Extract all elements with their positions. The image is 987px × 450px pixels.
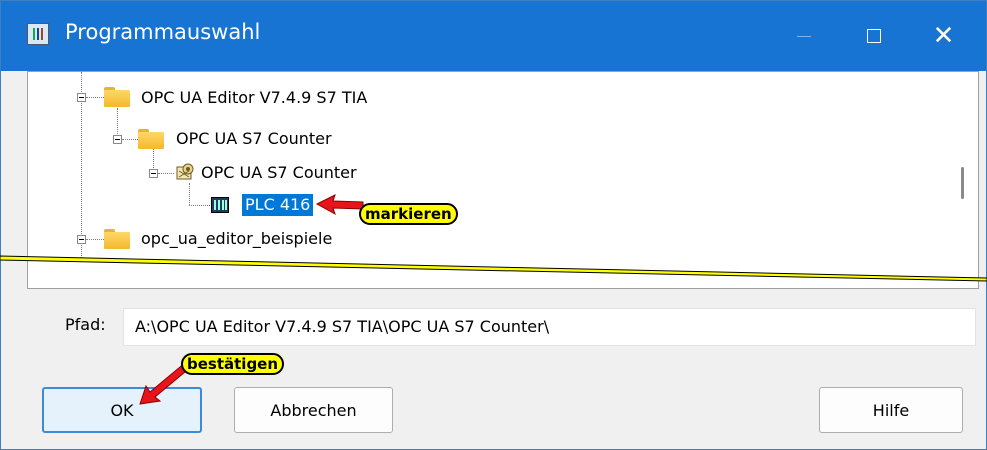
window-title: Programmauswahl	[65, 20, 261, 44]
tree-node-label[interactable]: OPC UA Editor V7.4.9 S7 TIA	[141, 87, 367, 109]
folder-icon	[138, 129, 164, 149]
tree-node-label[interactable]: OPC UA S7 Counter	[176, 128, 332, 150]
help-button[interactable]: Hilfe	[819, 387, 963, 433]
tree-connector	[122, 139, 138, 140]
maximize-button[interactable]	[836, 1, 911, 71]
maximize-icon	[866, 29, 881, 43]
tree-connector	[189, 183, 190, 205]
path-label: Pfad:	[65, 315, 106, 334]
plc-icon	[211, 197, 229, 213]
collapse-toggle[interactable]	[77, 93, 86, 102]
project-icon	[176, 163, 194, 180]
app-icon	[27, 23, 49, 45]
confirm-hint-callout: bestätigen	[181, 353, 285, 375]
close-icon: ✕	[932, 21, 955, 51]
close-button[interactable]: ✕	[906, 1, 981, 71]
tree-connector	[158, 173, 174, 174]
path-input[interactable]: A:\OPC UA Editor V7.4.9 S7 TIA\OPC UA S7…	[123, 308, 976, 346]
cancel-button[interactable]: Abbrechen	[234, 387, 393, 433]
tree-node-label[interactable]: OPC UA S7 Counter	[201, 162, 357, 184]
tree-connector	[189, 205, 210, 206]
collapse-toggle[interactable]	[149, 169, 158, 178]
vertical-scrollbar-thumb[interactable]	[961, 167, 964, 199]
tree-node-label[interactable]: opc_ua_editor_beispiele	[141, 228, 332, 250]
collapse-toggle[interactable]	[113, 135, 122, 144]
cut-line-overlay	[0, 255, 987, 282]
tree-connector	[117, 108, 118, 138]
pointer-arrow-icon	[315, 194, 364, 216]
minimize-button	[766, 1, 841, 71]
tree-connector	[86, 97, 104, 98]
minimize-icon	[796, 35, 811, 37]
tree-connector	[86, 239, 104, 240]
select-hint-callout: markieren	[359, 203, 458, 225]
title-bar[interactable]: Programmauswahl ✕	[1, 1, 986, 71]
folder-icon	[104, 229, 130, 249]
collapse-toggle[interactable]	[77, 235, 86, 244]
folder-icon	[104, 87, 130, 107]
tree-node-selected[interactable]: PLC 416	[242, 194, 314, 216]
